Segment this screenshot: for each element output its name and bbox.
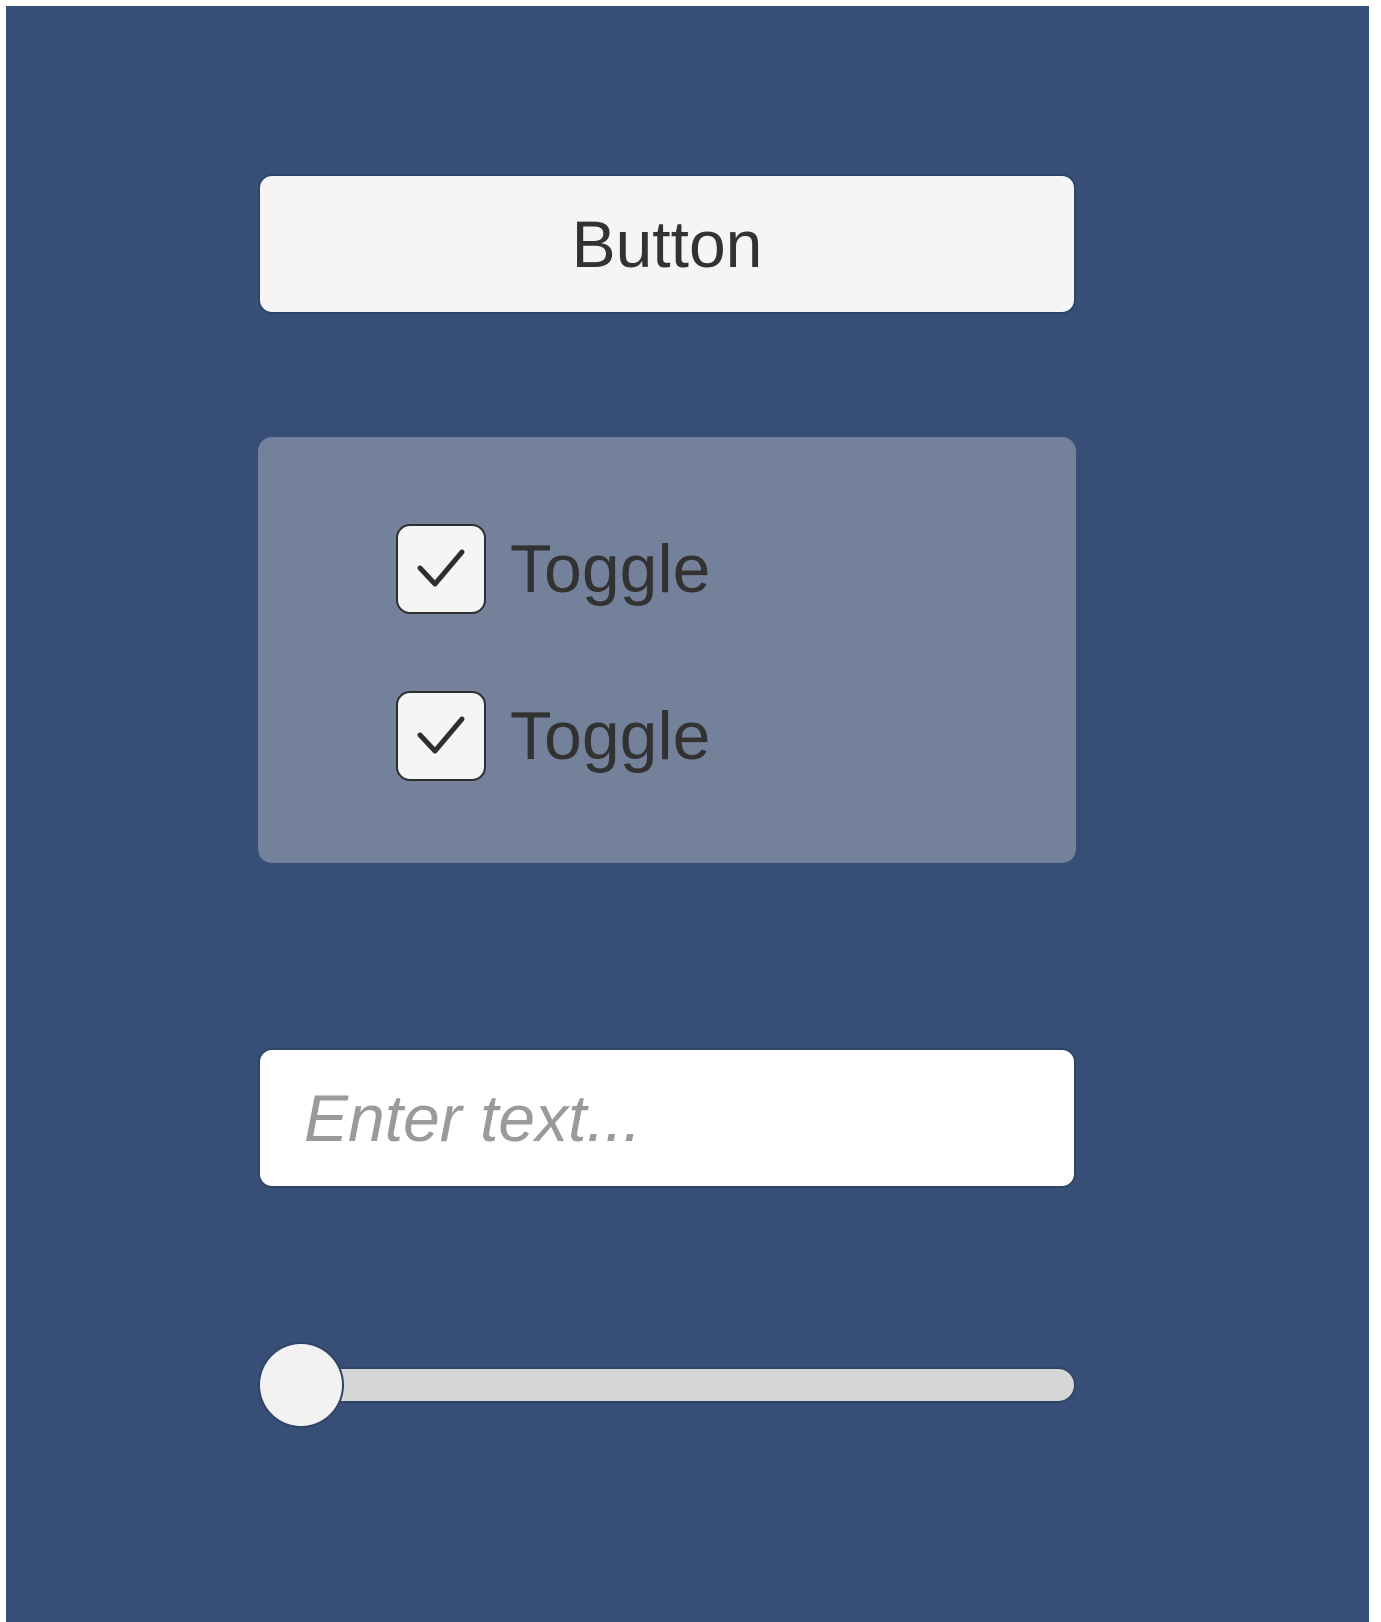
toggle-1[interactable]: Toggle bbox=[396, 524, 710, 614]
slider[interactable] bbox=[258, 1342, 1076, 1428]
main-button[interactable]: Button bbox=[258, 174, 1076, 314]
toggle-2[interactable]: Toggle bbox=[396, 691, 710, 781]
toggle-1-checkbox[interactable] bbox=[396, 524, 486, 614]
button-label: Button bbox=[571, 207, 763, 281]
canvas: Button Toggle Toggle Enter text... bbox=[6, 6, 1369, 1622]
checkmark-icon bbox=[417, 549, 465, 587]
toggle-2-checkbox[interactable] bbox=[396, 691, 486, 781]
checkmark-icon bbox=[417, 716, 465, 754]
slider-thumb[interactable] bbox=[258, 1342, 344, 1428]
slider-track[interactable] bbox=[258, 1367, 1076, 1403]
text-input[interactable]: Enter text... bbox=[258, 1048, 1076, 1188]
toggle-1-label: Toggle bbox=[510, 531, 711, 607]
toggle-2-label: Toggle bbox=[510, 698, 711, 774]
toggle-panel: Toggle Toggle bbox=[258, 437, 1076, 863]
input-placeholder: Enter text... bbox=[304, 1081, 642, 1155]
